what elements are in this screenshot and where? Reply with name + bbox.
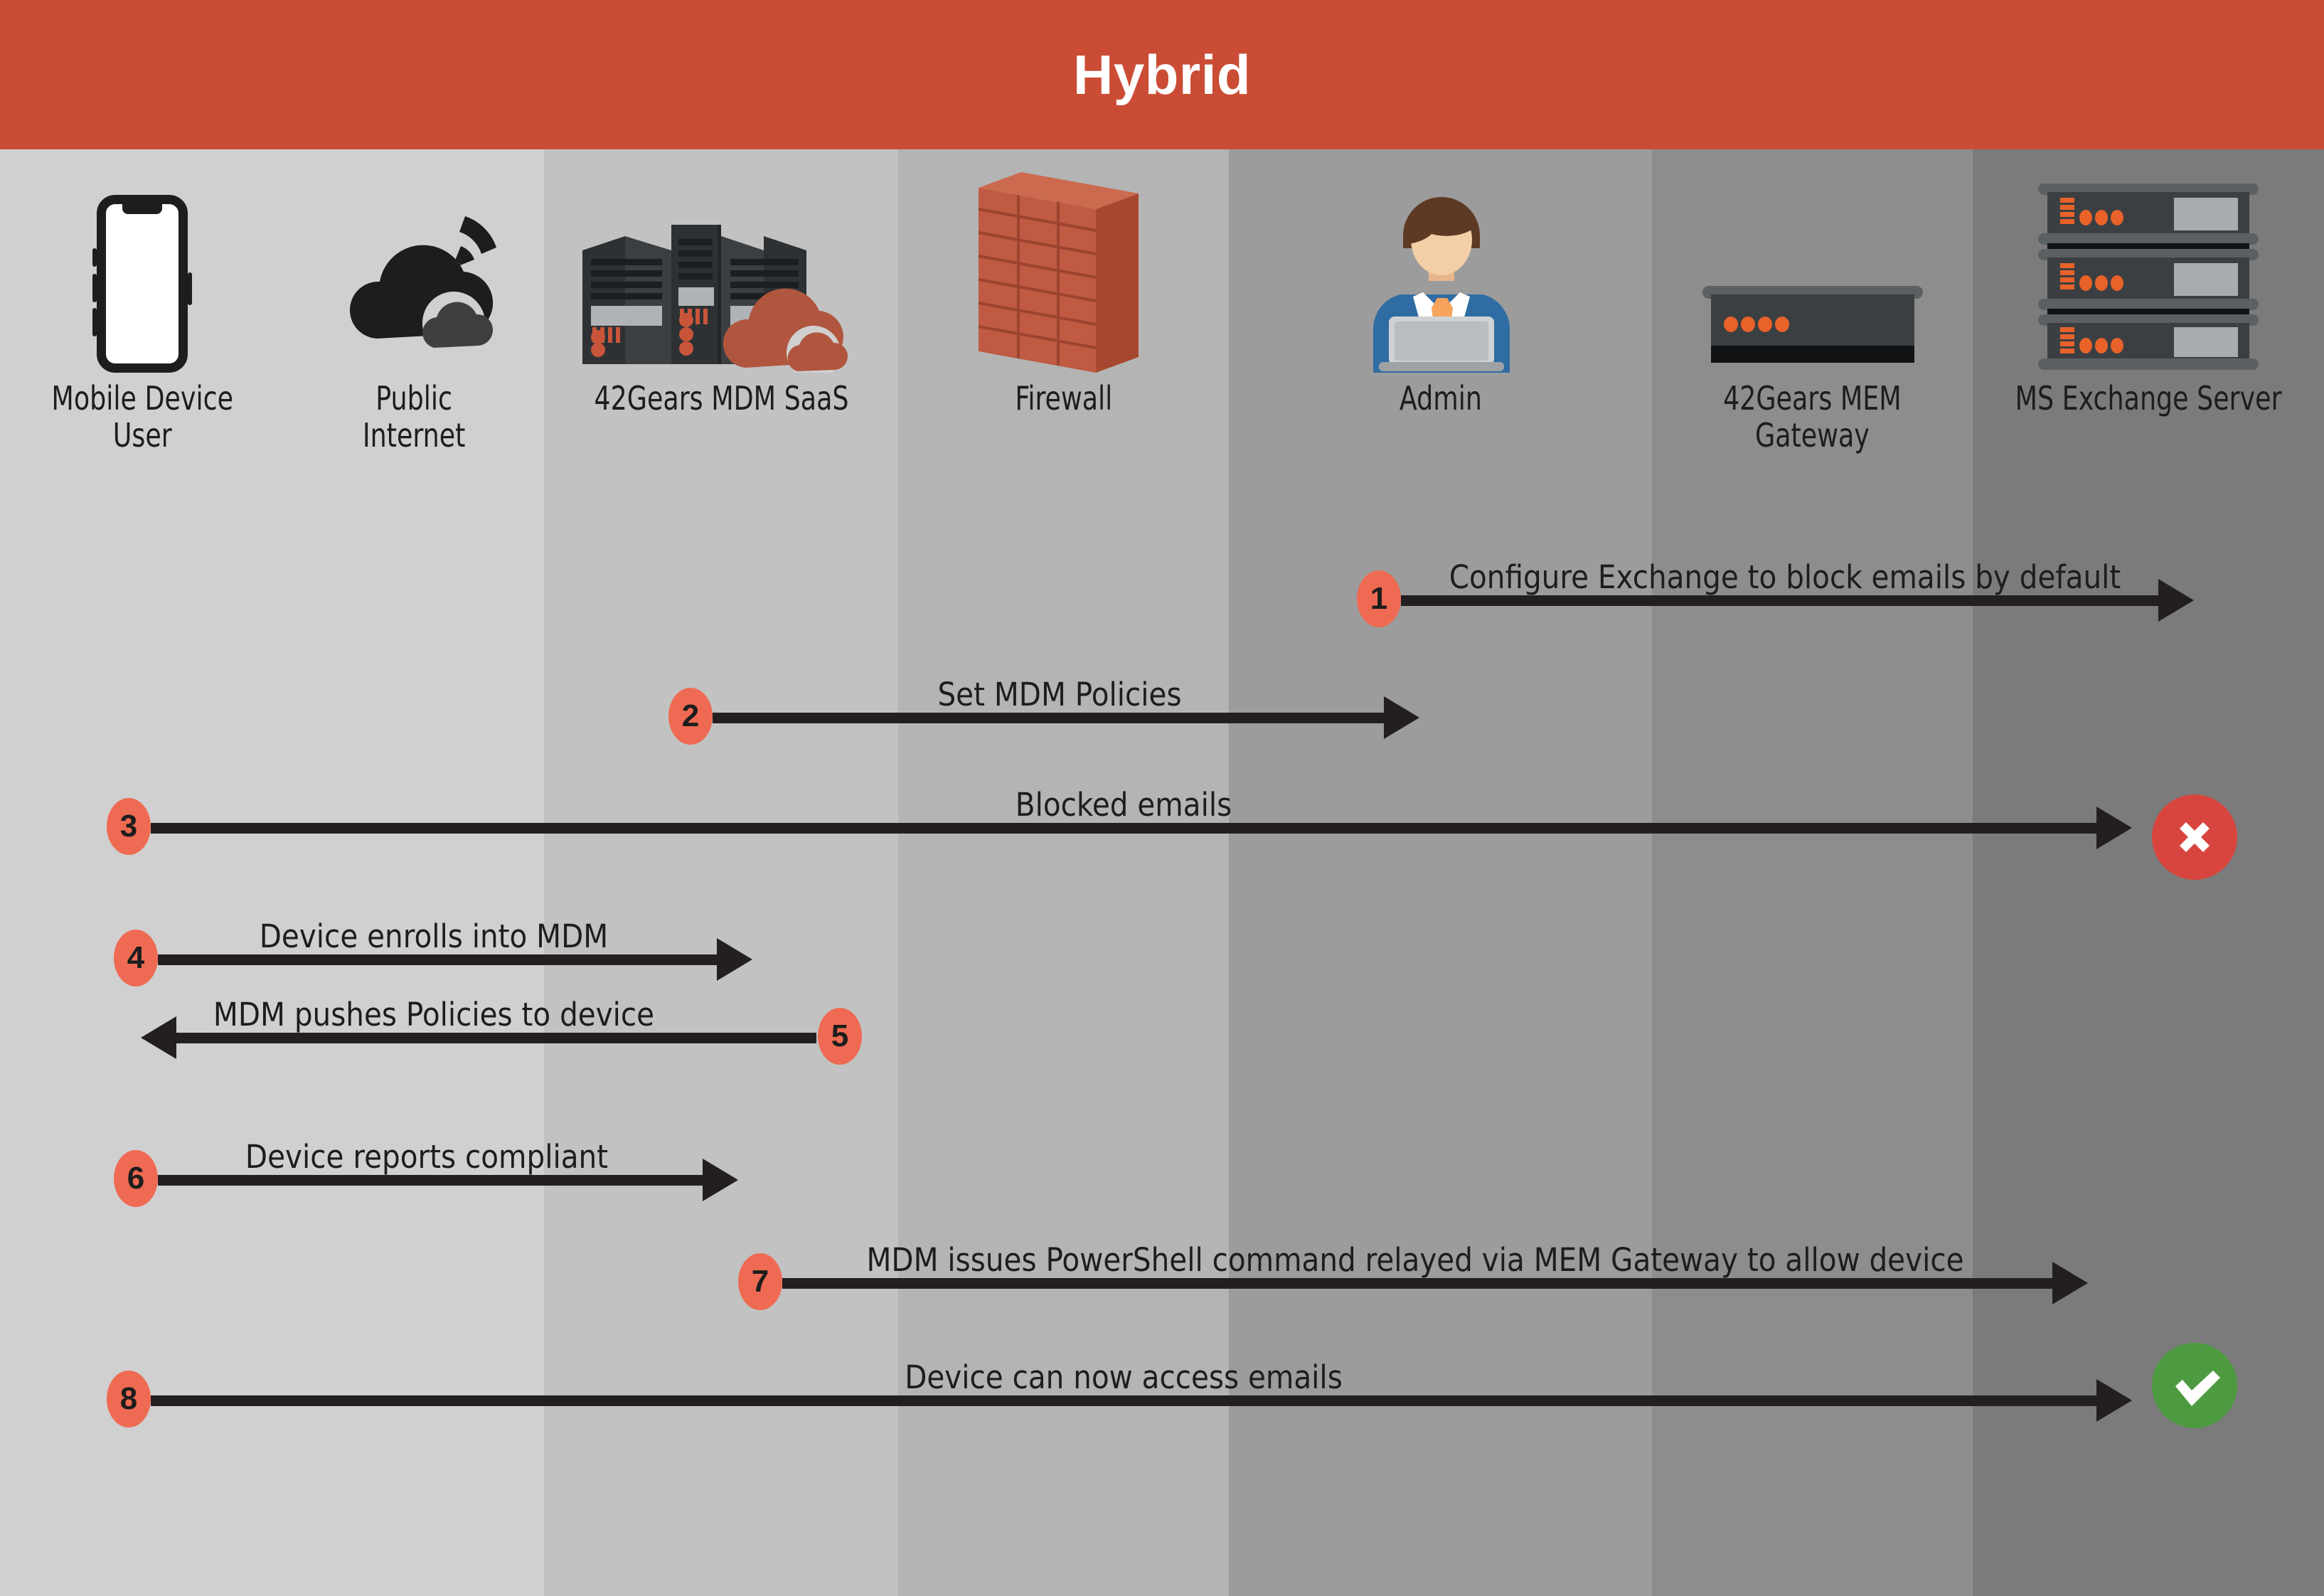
flow-step-2-badge[interactable]: 2 [668, 688, 713, 745]
flow-step-3-badge[interactable]: 3 [107, 798, 151, 855]
flow-step-4-label: Device enrolls into MDM [259, 917, 609, 955]
flow-step-4-line [158, 954, 720, 965]
flow-step-3-label: Blocked emails [1015, 786, 1232, 824]
flow-step-3-arrowhead [2096, 807, 2132, 849]
flow-step-3-line [151, 823, 2099, 834]
flow-step-5-arrowhead [141, 1016, 176, 1059]
flow-step-7[interactable]: MDM issues PowerShell command relayed vi… [718, 1223, 2112, 1310]
flow-step-2[interactable]: Set MDM Policies 2 [668, 658, 1436, 745]
flow-step-3[interactable]: Blocked emails 3 [92, 768, 2155, 855]
flow-step-6-line [158, 1175, 705, 1186]
flow-step-7-arrowhead [2052, 1262, 2088, 1304]
flow-step-8-line [151, 1395, 2099, 1406]
flow-step-2-arrowhead [1384, 696, 1419, 739]
flow-step-1-label: Configure Exchange to block emails by de… [1449, 558, 2121, 596]
flow-step-1-badge[interactable]: 1 [1357, 570, 1401, 627]
flow-step-2-label: Set MDM Policies [937, 676, 1182, 713]
diagram-canvas: Hybrid Mobile Device User Public Interne… [0, 0, 2324, 1596]
close-icon [2180, 822, 2210, 852]
flow-step-8-label: Device can now access emails [905, 1358, 1343, 1396]
flow-step-6[interactable]: Device reports compliant 6 [92, 1120, 761, 1207]
allowed-status-badge [2152, 1343, 2237, 1428]
flow-step-2-line [713, 713, 1388, 723]
flow-step-1[interactable]: Configure Exchange to block emails by de… [1357, 541, 2197, 627]
flow-step-6-label: Device reports compliant [245, 1138, 609, 1176]
flow-step-8[interactable]: Device can now access emails 8 [92, 1341, 2155, 1427]
flow-step-5-label: MDM pushes Policies to device [213, 996, 655, 1033]
blocked-status-badge [2152, 794, 2237, 880]
flow-steps: Configure Exchange to block emails by de… [0, 0, 2324, 1596]
flow-step-6-arrowhead [703, 1159, 738, 1201]
flow-step-7-line [782, 1278, 2055, 1289]
flow-step-8-arrowhead [2096, 1379, 2132, 1422]
flow-step-5-line [176, 1033, 816, 1043]
flow-step-5[interactable]: MDM pushes Policies to device 5 [107, 978, 862, 1065]
flow-step-7-badge[interactable]: 7 [738, 1253, 782, 1310]
flow-step-1-line [1401, 595, 2162, 606]
flow-step-6-badge[interactable]: 6 [114, 1150, 158, 1207]
check-icon [2175, 1371, 2220, 1406]
flow-step-1-arrowhead [2158, 579, 2194, 622]
flow-step-4-arrowhead [717, 938, 752, 981]
flow-step-8-badge[interactable]: 8 [107, 1371, 151, 1427]
flow-step-5-badge[interactable]: 5 [818, 1008, 862, 1065]
flow-step-7-label: MDM issues PowerShell command relayed vi… [866, 1241, 1964, 1279]
flow-step-4[interactable]: Device enrolls into MDM 4 [92, 900, 775, 986]
